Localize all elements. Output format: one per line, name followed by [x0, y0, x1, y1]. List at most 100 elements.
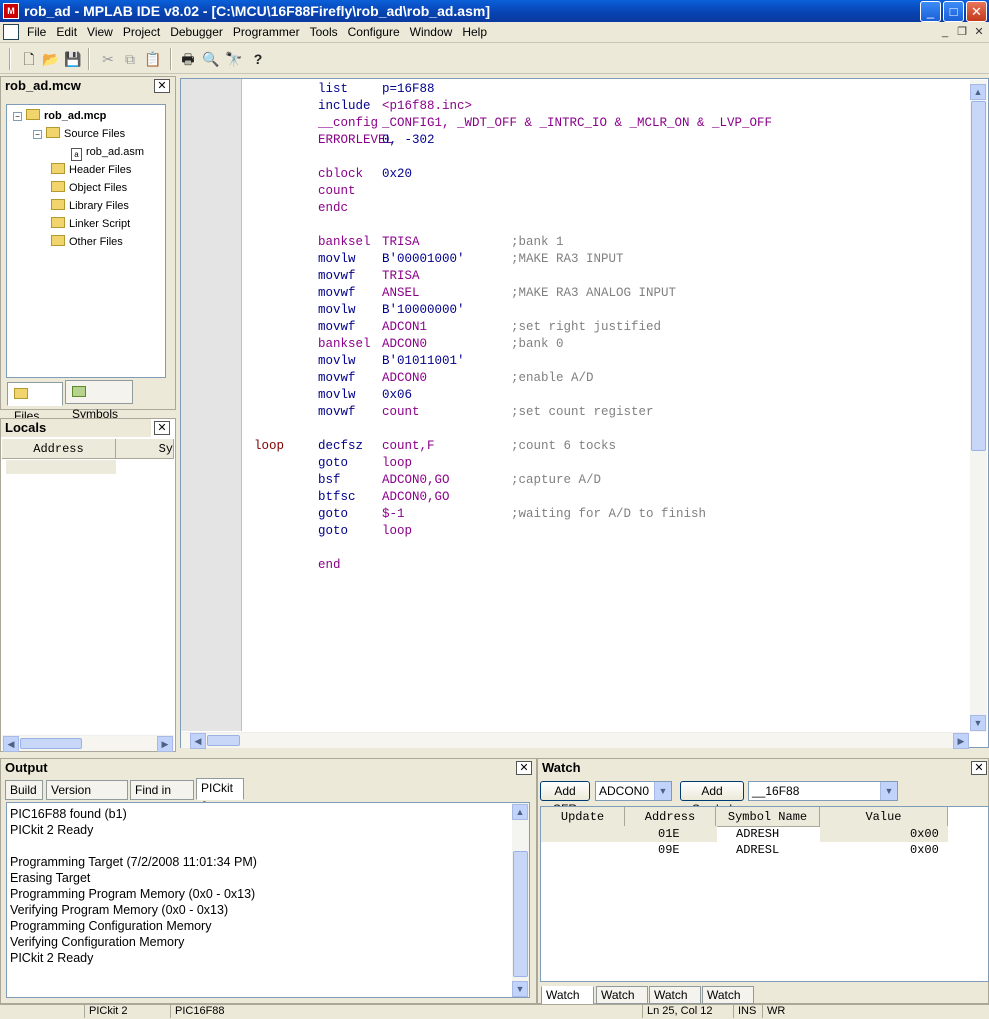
- add-sfr-button[interactable]: Add SFR: [540, 781, 590, 816]
- scroll-right-icon[interactable]: ▶: [953, 733, 969, 749]
- code-operand: B'01011001': [382, 354, 465, 368]
- menu-programmer[interactable]: Programmer: [228, 22, 305, 42]
- symbol-select[interactable]: __16F88 ▼: [748, 781, 898, 801]
- find-icon[interactable]: 🔍: [201, 49, 221, 69]
- output-vscroll-thumb[interactable]: [513, 851, 528, 977]
- watch-row-value[interactable]: 0x00: [910, 826, 939, 842]
- locals-pane-close-button[interactable]: ✕: [154, 421, 170, 435]
- tab-watch-2[interactable]: Watch 2: [596, 986, 648, 1018]
- menu-configure[interactable]: Configure: [343, 22, 405, 42]
- scroll-thumb[interactable]: [20, 738, 82, 749]
- scroll-left-icon[interactable]: ◀: [3, 736, 19, 752]
- watch-row-address[interactable]: 01E: [658, 826, 680, 842]
- tree-linker-script[interactable]: Linker Script: [51, 215, 130, 233]
- print-icon[interactable]: 🖶: [178, 49, 198, 69]
- code-operand: 0x20: [382, 167, 413, 181]
- menu-edit[interactable]: Edit: [51, 22, 82, 42]
- output-text[interactable]: PIC16F88 found (b1) PICkit 2 Ready Progr…: [6, 802, 530, 998]
- code-operand: loop: [382, 524, 413, 538]
- menu-window[interactable]: Window: [405, 22, 458, 42]
- add-symbol-button[interactable]: Add Symbol: [680, 781, 744, 816]
- tab-watch-1[interactable]: Watch 1: [541, 986, 594, 1018]
- tab-watch-3[interactable]: Watch 3: [649, 986, 701, 1018]
- watch-row-symbol[interactable]: ADRESH: [736, 826, 779, 842]
- menu-tools[interactable]: Tools: [305, 22, 343, 42]
- watch-column-update[interactable]: Update: [541, 807, 625, 827]
- scroll-down-icon[interactable]: ▼: [512, 981, 528, 997]
- code-operand: ADCON1: [382, 320, 428, 334]
- maximize-button[interactable]: □: [943, 1, 964, 22]
- tree-item-label: Linker Script: [69, 218, 131, 230]
- tree-object-files[interactable]: Object Files: [51, 179, 127, 197]
- output-pane-close-button[interactable]: ✕: [516, 761, 532, 775]
- tab-pickit2[interactable]: PICkit 2: [196, 778, 244, 813]
- mplab-app-icon[interactable]: M: [3, 3, 19, 19]
- locals-row[interactable]: [6, 460, 116, 474]
- document-icon[interactable]: [3, 24, 19, 40]
- tab-watch-4[interactable]: Watch 4: [702, 986, 754, 1018]
- watch-column-symbol-name[interactable]: Symbol Name: [716, 807, 820, 827]
- code-operand: 0x06: [382, 388, 413, 402]
- output-line: Verifying Configuration Memory: [10, 935, 185, 949]
- open-folder-icon[interactable]: 📂: [41, 49, 61, 69]
- watch-row-address[interactable]: 09E: [658, 842, 680, 858]
- code-operand: count,F: [382, 439, 435, 453]
- mdi-close-button[interactable]: ✕: [971, 25, 987, 40]
- watch-pane-close-button[interactable]: ✕: [971, 761, 987, 775]
- watch-row-value[interactable]: 0x00: [910, 842, 939, 858]
- project-tree[interactable]: − rob_ad.mcp − Source Files a rob_ad.asm He…: [6, 104, 166, 378]
- tree-header-files[interactable]: Header Files: [51, 161, 131, 179]
- code-operand: ANSEL: [382, 286, 420, 300]
- editor-hscroll-thumb[interactable]: [207, 735, 240, 746]
- editor-vscroll-thumb[interactable]: [971, 101, 986, 451]
- menu-help[interactable]: Help: [457, 22, 492, 42]
- scroll-down-icon[interactable]: ▼: [970, 715, 986, 731]
- folder-icon: [26, 109, 40, 120]
- collapse-icon[interactable]: −: [33, 130, 42, 139]
- editor-hscrollbar[interactable]: [181, 732, 968, 748]
- paste-icon[interactable]: 📋: [143, 49, 163, 69]
- menu-view[interactable]: View: [82, 22, 118, 42]
- save-icon[interactable]: 💾: [63, 49, 83, 69]
- chevron-down-icon[interactable]: ▼: [880, 782, 897, 800]
- mdi-minimize-button[interactable]: _: [937, 25, 953, 40]
- menu-project[interactable]: Project: [118, 22, 165, 42]
- tree-file-rob-ad-asm[interactable]: a rob_ad.asm: [71, 143, 144, 161]
- chevron-down-icon[interactable]: ▼: [654, 782, 671, 800]
- watch-row-symbol[interactable]: ADRESL: [736, 842, 779, 858]
- locals-column-address[interactable]: Address: [2, 439, 116, 459]
- cut-icon[interactable]: ✂: [98, 49, 118, 69]
- help-icon[interactable]: ?: [248, 49, 268, 69]
- find-in-files-icon[interactable]: 🔭: [224, 49, 244, 69]
- watch-column-value[interactable]: Value: [820, 807, 948, 827]
- close-button[interactable]: ✕: [966, 1, 987, 22]
- sfr-select[interactable]: ADCON0 ▼: [595, 781, 672, 801]
- watch-column-address[interactable]: Address: [625, 807, 716, 827]
- project-pane-close-button[interactable]: ✕: [154, 79, 170, 93]
- tab-version-control[interactable]: Version Control: [46, 780, 128, 815]
- collapse-icon[interactable]: −: [13, 112, 22, 121]
- tab-files[interactable]: Files: [7, 382, 63, 423]
- scroll-up-icon[interactable]: ▲: [512, 804, 528, 820]
- code-comment: ;bank 1: [511, 235, 564, 249]
- locals-column-symbol[interactable]: Sy: [116, 439, 174, 459]
- tab-build[interactable]: Build: [5, 780, 43, 800]
- menu-file[interactable]: File: [22, 22, 51, 42]
- code-mnemonic: banksel: [318, 337, 371, 351]
- tree-other-files[interactable]: Other Files: [51, 233, 123, 251]
- menu-debugger[interactable]: Debugger: [165, 22, 228, 42]
- scroll-right-icon[interactable]: ▶: [157, 736, 173, 752]
- tree-project-root[interactable]: − rob_ad.mcp: [13, 107, 106, 125]
- tree-source-files[interactable]: − Source Files: [33, 125, 125, 143]
- mdi-restore-button[interactable]: ❐: [954, 25, 970, 40]
- new-file-icon[interactable]: 🗋: [19, 49, 39, 69]
- copy-icon[interactable]: ⧉: [120, 49, 140, 69]
- tab-find-in-files[interactable]: Find in Files: [130, 780, 194, 815]
- watch-row-selected-bg: [541, 826, 717, 842]
- minimize-button[interactable]: _: [920, 1, 941, 22]
- tab-symbols[interactable]: Symbols: [65, 380, 133, 421]
- tree-library-files[interactable]: Library Files: [51, 197, 129, 215]
- scroll-up-icon[interactable]: ▲: [970, 84, 986, 100]
- scroll-left-icon[interactable]: ◀: [190, 733, 206, 749]
- output-line: PIC16F88 found (b1): [10, 807, 127, 821]
